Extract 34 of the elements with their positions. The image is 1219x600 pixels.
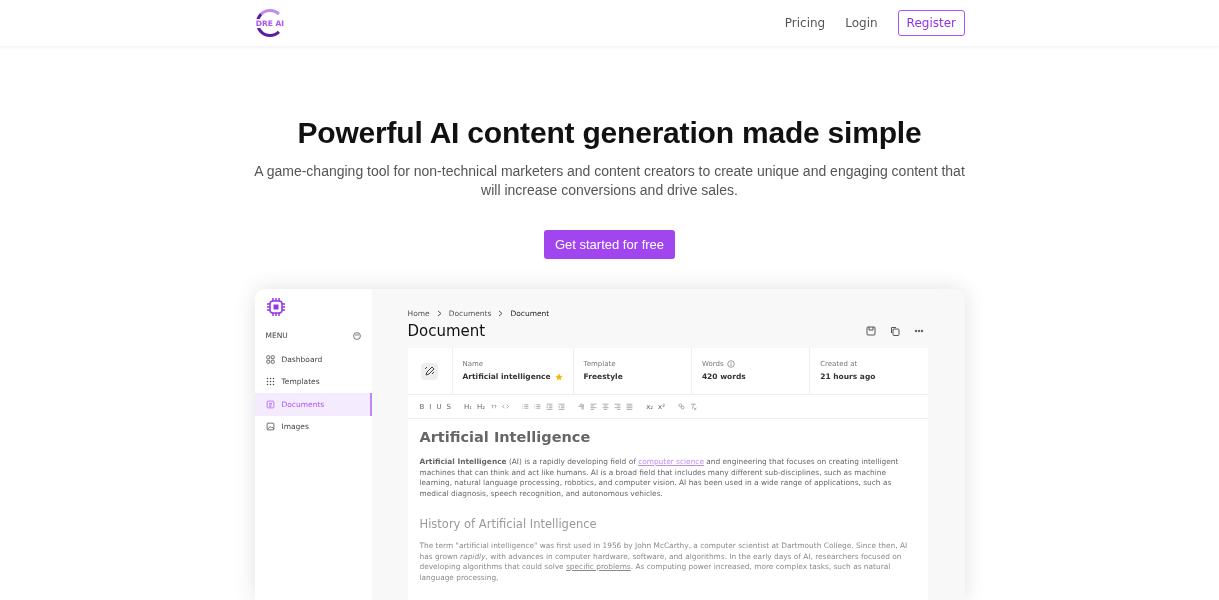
left-icon[interactable] — [590, 403, 598, 410]
code-icon[interactable] — [502, 403, 510, 410]
doc-icon — [265, 399, 275, 409]
image-icon — [265, 422, 275, 432]
hero-title: Powerful AI content generation made simple — [296, 116, 923, 150]
pen-icon[interactable] — [421, 362, 438, 380]
document-title: Document — [407, 322, 486, 340]
info-icon[interactable] — [726, 360, 735, 368]
nav-link[interactable]: Login — [845, 16, 878, 30]
chevron-icon — [498, 310, 504, 317]
star-icon[interactable] — [554, 372, 563, 381]
ol-icon[interactable] — [522, 403, 530, 410]
cta-button[interactable]: Get started for free — [543, 230, 676, 259]
outdent-icon[interactable] — [546, 403, 554, 410]
center-icon[interactable] — [602, 403, 610, 410]
ul-icon[interactable] — [534, 403, 542, 410]
quote-icon[interactable] — [490, 403, 498, 410]
hero-subtitle: A game-changing tool for non-technical marketers and content creators to create unique and engaging content that will increase conversions and drive sales. — [253, 162, 966, 200]
chip-icon — [265, 297, 286, 317]
link-icon[interactable] — [678, 403, 686, 410]
chevron-icon — [436, 310, 442, 317]
save-icon[interactable] — [865, 326, 876, 336]
grid-icon — [265, 354, 275, 364]
section-heading: History of Artificial Intelligence — [419, 517, 598, 531]
clear-icon[interactable] — [690, 403, 698, 410]
nav-link[interactable]: Pricing — [784, 16, 826, 30]
right-icon[interactable] — [614, 403, 622, 410]
dots-icon — [265, 377, 275, 387]
register-button[interactable]: Register — [897, 10, 965, 36]
indent-icon[interactable] — [558, 403, 566, 410]
document-heading: Artificial Intelligence — [419, 429, 592, 445]
para-icon[interactable] — [578, 403, 586, 410]
justify-icon[interactable] — [626, 403, 634, 410]
copy-icon[interactable] — [889, 326, 900, 336]
